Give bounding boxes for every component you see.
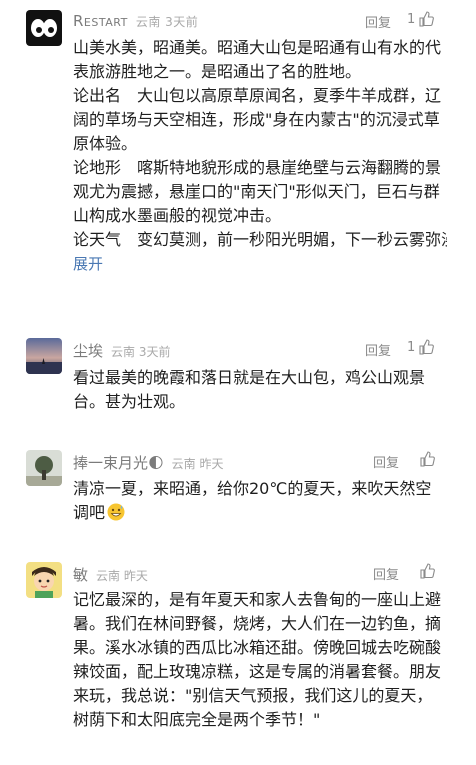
comment-header: 尘埃 云南 3天前 回复 1 [73, 338, 453, 362]
avatar-cartoon-image [26, 562, 62, 598]
comment-paragraph: 论天气 变幻莫测，前一秒阳光明媚，下一秒云雾弥漫，形成"肉眼可见"的天地转换，增… [73, 230, 447, 249]
thumbs-up-icon [419, 451, 435, 467]
comment-meta: 云南 昨天 [172, 457, 224, 471]
comment-item: Restart 云南 3天前 回复 1 山美水美，昭通美。昭通大山包是昭通有山有水… [0, 10, 476, 310]
comment-body: 记忆最深的，是有年夏天和家人去鲁甸的一座山上避暑。我们在林间野餐，烧烤，大人们在… [73, 588, 447, 732]
expand-link[interactable]: 展开 [73, 252, 447, 276]
location: 云南 [171, 457, 196, 471]
comment-paragraph: 看过最美的晚霞和落日就是在大山包，鸡公山观景台。甚为壮观。 [73, 368, 426, 411]
author-name-text[interactable]: 捧一束月光🌓 [73, 454, 164, 472]
author-name[interactable]: 捧一束月光🌓 云南 昨天 [73, 452, 224, 473]
reply-button[interactable]: 回复 [365, 12, 391, 31]
comment-meta: 云南 昨天 [96, 569, 148, 583]
timestamp: 3天前 [138, 345, 171, 359]
comment-item: 尘埃 云南 3天前 回复 1 看过最美的晚霞和落日就是在大山包，鸡公山观景台。甚为… [0, 338, 476, 428]
comment-meta: 云南 3天前 [136, 15, 198, 29]
comment-paragraph: 记忆最深的，是有年夏天和家人去鲁甸的一座山上避暑。我们在林间野餐，烧烤，大人们在… [73, 590, 442, 729]
author-name[interactable]: 敏云南 昨天 [73, 564, 148, 585]
comment-header: Restart 云南 3天前 回复 1 [73, 10, 453, 34]
avatar-eyes-image [26, 10, 62, 46]
thumbs-up-icon [418, 339, 435, 355]
comment-header: 捧一束月光🌓 云南 昨天 回复 [73, 450, 453, 474]
grinning-sweat-emoji [107, 503, 125, 521]
author-name[interactable]: 尘埃 云南 3天前 [73, 340, 171, 361]
comment-paragraph: 论地形 喀斯特地貌形成的悬崖绝壁与云海翻腾的景观尤为震撼，悬崖口的"南天门"形似… [73, 158, 442, 225]
comment-body: 清凉一夏，来昭通，给你20℃的夏天，来吹天然空调吧 [73, 477, 447, 525]
reply-button[interactable]: 回复 [365, 340, 391, 359]
comment-item: 敏云南 昨天 回复 记忆最深的，是有年夏天和家人去鲁甸的一座山上避暑。我们在林间… [0, 562, 476, 762]
comment-meta: 云南 3天前 [111, 345, 170, 359]
avatar-sunset-image [26, 338, 62, 374]
like-button[interactable]: 1 [407, 339, 435, 355]
author-name-text[interactable]: 敏 [73, 566, 88, 584]
avatar-tree-image [26, 450, 62, 486]
thumbs-up-icon [419, 563, 435, 579]
comment-body: 山美水美，昭通美。昭通大山包是昭通有山有水的代表旅游胜地之一。是昭通出了名的胜地… [73, 36, 447, 276]
avatar[interactable] [26, 338, 62, 374]
like-button[interactable] [419, 563, 435, 579]
reply-button[interactable]: 回复 [373, 452, 399, 471]
author-name-text[interactable]: 尘埃 [73, 342, 103, 360]
like-count: 1 [407, 11, 416, 27]
comment-paragraph: 山美水美，昭通美。昭通大山包是昭通有山有水的代表旅游胜地之一。是昭通出了名的胜地… [73, 38, 442, 81]
like-button[interactable] [419, 451, 435, 467]
timestamp: 3天前 [165, 15, 199, 29]
comment-paragraph: 论出名 大山包以高原草原闻名，夏季牛羊成群，辽阔的草场与天空相连，形成"身在内蒙… [73, 86, 442, 153]
author-name-text[interactable]: Restart [73, 12, 128, 30]
comment-header: 敏云南 昨天 回复 [73, 562, 453, 586]
comment-item: 捧一束月光🌓 云南 昨天 回复 清凉一夏，来昭通，给你20℃的夏天，来吹天然空调吧 [0, 450, 476, 530]
timestamp: 昨天 [123, 569, 148, 583]
location: 云南 [135, 15, 161, 29]
location: 云南 [96, 569, 121, 583]
thumbs-up-icon [418, 11, 435, 27]
author-name[interactable]: Restart 云南 3天前 [73, 12, 198, 30]
comment-paragraph: 清凉一夏，来昭通，给你20℃的夏天，来吹天然空调吧 [73, 477, 447, 525]
reply-button[interactable]: 回复 [373, 564, 399, 583]
timestamp: 昨天 [199, 457, 224, 471]
comment-body: 看过最美的晚霞和落日就是在大山包，鸡公山观景台。甚为壮观。 [73, 366, 447, 414]
avatar[interactable] [26, 562, 62, 598]
like-count: 1 [407, 339, 416, 355]
avatar[interactable] [26, 450, 62, 486]
comment-text: 清凉一夏，来昭通，给你20℃的夏天，来吹天然空调吧 [73, 479, 432, 522]
like-button[interactable]: 1 [407, 11, 435, 27]
location: 云南 [111, 345, 136, 359]
avatar[interactable] [26, 10, 62, 46]
